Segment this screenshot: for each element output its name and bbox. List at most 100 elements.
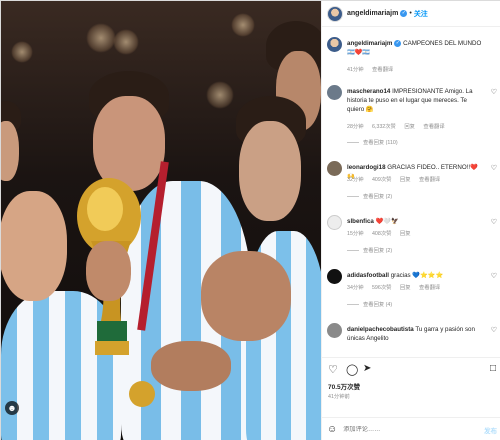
comment-username[interactable]: danielpachecobautista xyxy=(347,326,414,333)
replies-line xyxy=(347,142,359,144)
like-comment-heart-icon[interactable]: ♡ xyxy=(491,88,497,96)
comment-time: 32分钟 xyxy=(347,177,364,183)
comment-item: mascherano14 IMPRESIONANTE Amigo. La his… xyxy=(327,85,497,151)
hand xyxy=(201,251,291,341)
comment-time: 15分钟 xyxy=(347,231,364,237)
like-comment-heart-icon[interactable]: ♡ xyxy=(491,326,497,334)
comment-item: leonardogi18 GRACIAS FIDEO.. ETERNO!!❤️🙌… xyxy=(327,161,497,207)
comment-meta: 28分钟 6,332次赞 回复 查看翻译 xyxy=(347,122,452,130)
translate-button[interactable]: 查看翻译 xyxy=(419,285,440,291)
comment-text: gracias 💙⭐⭐⭐ xyxy=(390,272,444,279)
comment-body: slbenfica ❤️🤍🦅 xyxy=(347,217,483,226)
emoji-icon[interactable]: ☺ xyxy=(327,424,337,435)
separator-dot: • xyxy=(409,10,412,17)
reply-button[interactable]: 回复 xyxy=(404,124,415,130)
post-header: angeldimariajm ✓ • 关注 xyxy=(322,1,500,27)
translate-button[interactable]: 查看翻译 xyxy=(423,124,444,130)
translate-button[interactable]: 查看翻译 xyxy=(419,177,440,183)
caption-translate[interactable]: 查看翻译 xyxy=(372,67,393,73)
replies-line xyxy=(347,196,359,198)
author-avatar[interactable] xyxy=(327,5,343,22)
view-replies[interactable]: 查看回复 (110) xyxy=(347,138,398,146)
bokeh-light xyxy=(231,13,255,37)
view-replies-label[interactable]: 查看回复 (2) xyxy=(363,194,392,200)
bokeh-light xyxy=(11,41,33,63)
reply-button[interactable]: 回复 xyxy=(400,285,411,291)
comment-username[interactable]: adidasfootball xyxy=(347,272,389,279)
view-replies[interactable]: 查看回复 (4) xyxy=(347,300,392,308)
player-face xyxy=(1,121,19,181)
commenter-avatar[interactable] xyxy=(327,161,342,176)
post-actions: ♡ ◯ ➤ □ 70.5万次赞 41分钟前 xyxy=(322,357,500,417)
player-face xyxy=(1,191,67,301)
view-replies-label[interactable]: 查看回复 (110) xyxy=(363,140,398,146)
view-replies[interactable]: 查看回复 (2) xyxy=(347,246,392,254)
add-comment-bar: ☺ 发布 xyxy=(322,417,500,440)
like-comment-heart-icon[interactable]: ♡ xyxy=(491,218,497,226)
author-avatar[interactable] xyxy=(327,37,342,52)
comment-likes[interactable]: 596次赞 xyxy=(372,285,391,291)
comment-body: danielpachecobautista Tu garra y pasión … xyxy=(347,325,483,343)
comment-item: slbenfica ❤️🤍🦅 ♡ 15分钟 408次赞 回复 查看回复 (2) xyxy=(327,215,497,261)
commenter-avatar[interactable] xyxy=(327,85,342,100)
caption-text: CAMPEONES DEL MUNDO xyxy=(403,40,482,47)
hand xyxy=(86,241,131,301)
comment-input[interactable] xyxy=(343,426,464,433)
comment-item: danielpachecobautista Tu garra y pasión … xyxy=(327,323,497,355)
bokeh-light xyxy=(206,81,234,109)
verified-badge-icon: ✓ xyxy=(394,39,402,47)
comment-meta: 34分钟 596次赞 回复 查看翻译 xyxy=(347,283,447,291)
caption-body: angeldimariajm ✓ CAMPEONES DEL MUNDO 🇦🇷❤️… xyxy=(347,39,483,57)
comment-username[interactable]: mascherano14 xyxy=(347,88,390,95)
caption-username[interactable]: angeldimariajm xyxy=(347,40,392,47)
post-date: 41分钟前 xyxy=(328,394,350,400)
caption-time: 41分钟 xyxy=(347,67,364,73)
comment-meta: 15分钟 408次赞 回复 xyxy=(347,229,418,237)
author-username[interactable]: angeldimariajm xyxy=(347,10,398,17)
view-replies-label[interactable]: 查看回复 (4) xyxy=(363,302,392,308)
bokeh-light xyxy=(113,29,139,55)
player-face xyxy=(239,121,301,221)
post-sidebar: angeldimariajm ✓ • 关注 angeldimariajm ✓ CA… xyxy=(321,1,500,440)
reply-button[interactable]: 回复 xyxy=(400,177,411,183)
caption: angeldimariajm ✓ CAMPEONES DEL MUNDO 🇦🇷❤️… xyxy=(327,37,497,77)
tattooed-arm xyxy=(151,341,231,391)
bokeh-light xyxy=(86,23,116,53)
comment-likes[interactable]: 408次赞 xyxy=(372,231,391,237)
comment-item: adidasfootball gracias 💙⭐⭐⭐ ♡ 34分钟 596次赞… xyxy=(327,269,497,315)
like-comment-heart-icon[interactable]: ♡ xyxy=(491,272,497,280)
comment-username[interactable]: leonardogi18 xyxy=(347,164,386,171)
commenter-avatar[interactable] xyxy=(327,215,342,230)
replies-line xyxy=(347,250,359,252)
comment-time: 28分钟 xyxy=(347,124,364,130)
comment-icon[interactable]: ◯ xyxy=(346,363,358,376)
commenter-avatar[interactable] xyxy=(327,323,342,338)
heart-icon[interactable]: ♡ xyxy=(328,363,338,376)
comment-body: adidasfootball gracias 💙⭐⭐⭐ xyxy=(347,271,483,280)
tagged-users-icon[interactable]: ☻ xyxy=(5,401,19,415)
share-icon[interactable]: ➤ xyxy=(363,363,371,374)
follow-button[interactable]: 关注 xyxy=(414,9,428,19)
caption-emoji: 🇦🇷❤️🇦🇷 xyxy=(347,49,371,56)
comment-body: mascherano14 IMPRESIONANTE Amigo. La his… xyxy=(347,87,483,114)
comments-list[interactable]: angeldimariajm ✓ CAMPEONES DEL MUNDO 🇦🇷❤️… xyxy=(322,29,500,355)
like-comment-heart-icon[interactable]: ♡ xyxy=(491,164,497,172)
comment-username[interactable]: slbenfica xyxy=(347,218,374,225)
post-photo[interactable]: ☻ xyxy=(1,1,321,440)
replies-line xyxy=(347,304,359,306)
verified-badge-icon: ✓ xyxy=(400,10,408,17)
comment-time: 34分钟 xyxy=(347,285,364,291)
view-replies-label[interactable]: 查看回复 (2) xyxy=(363,248,392,254)
likes-count[interactable]: 70.5万次赞 xyxy=(328,381,360,391)
bookmark-icon[interactable]: □ xyxy=(490,363,496,374)
comment-text: ❤️🤍🦅 xyxy=(375,218,399,225)
medal xyxy=(129,381,155,407)
post-modal: ☻ angeldimariajm ✓ • 关注 angeldimariajm ✓ … xyxy=(0,0,500,440)
commenter-avatar[interactable] xyxy=(327,269,342,284)
reply-button[interactable]: 回复 xyxy=(400,231,411,237)
view-replies[interactable]: 查看回复 (2) xyxy=(347,192,392,200)
comment-likes[interactable]: 409次赞 xyxy=(372,177,391,183)
comment-likes[interactable]: 6,332次赞 xyxy=(372,124,396,130)
post-comment-button[interactable]: 发布 xyxy=(484,425,497,435)
caption-meta: 41分钟 查看翻译 xyxy=(347,65,400,73)
